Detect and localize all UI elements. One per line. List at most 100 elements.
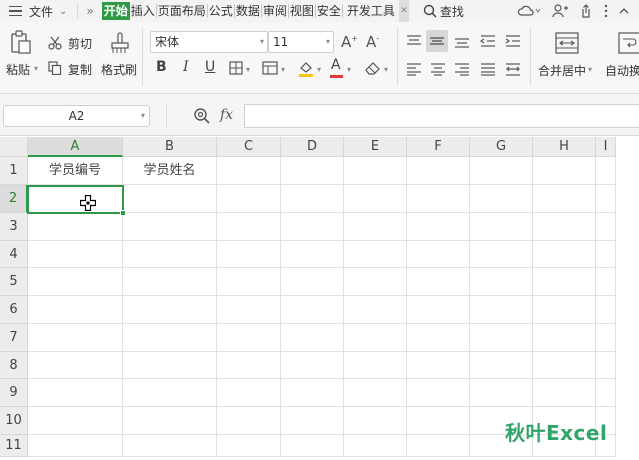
tab-insert[interactable]: 插入	[130, 2, 156, 20]
cell-a1[interactable]: 学员编号	[28, 157, 123, 185]
column-header-c[interactable]: C	[217, 137, 281, 157]
more-options-icon[interactable]	[604, 4, 608, 18]
cell-g6[interactable]	[470, 296, 533, 324]
cell-d3[interactable]	[281, 213, 344, 241]
cell-d7[interactable]	[281, 324, 344, 352]
cell-g5[interactable]	[470, 268, 533, 296]
cell-d2[interactable]	[281, 185, 344, 213]
cell-d5[interactable]	[281, 268, 344, 296]
cell-c9[interactable]	[217, 379, 281, 407]
file-menu[interactable]: 文件	[29, 3, 53, 20]
tab-security[interactable]: 安全	[316, 2, 342, 20]
cell-e7[interactable]	[344, 324, 407, 352]
collapse-ribbon-icon[interactable]	[619, 7, 629, 15]
name-box[interactable]: A2 ▾	[3, 105, 150, 127]
cell-a3[interactable]	[28, 213, 123, 241]
cell-d9[interactable]	[281, 379, 344, 407]
font-color-dropdown-icon[interactable]: ▾	[347, 65, 351, 74]
cell-h4[interactable]	[533, 241, 596, 268]
double-chevron-right-icon[interactable]: »	[86, 4, 93, 18]
cell-a5[interactable]	[28, 268, 123, 296]
clear-dropdown-icon[interactable]: ▾	[384, 65, 388, 74]
cell-g9[interactable]	[470, 379, 533, 407]
cell-c11[interactable]	[217, 435, 281, 457]
fill-color-dropdown-icon[interactable]: ▾	[317, 65, 321, 74]
cell-c1[interactable]	[217, 157, 281, 185]
cell-g4[interactable]	[470, 241, 533, 268]
wrap-text-button[interactable]: 自动换	[605, 62, 639, 79]
cell-c4[interactable]	[217, 241, 281, 268]
cell-g1[interactable]	[470, 157, 533, 185]
cell-b11[interactable]	[123, 435, 217, 457]
fill-color-icon[interactable]	[297, 59, 315, 77]
increase-font-size-icon[interactable]: A+	[341, 33, 358, 51]
cell-f3[interactable]	[407, 213, 470, 241]
align-bottom-icon[interactable]	[454, 34, 470, 48]
cell-c2[interactable]	[217, 185, 281, 213]
row-header-9[interactable]: 9	[0, 379, 28, 407]
cell-d4[interactable]	[281, 241, 344, 268]
cell-e9[interactable]	[344, 379, 407, 407]
fill-handle[interactable]	[120, 210, 126, 216]
insert-function-button[interactable]: fx	[220, 107, 233, 123]
bold-icon[interactable]: B	[156, 59, 167, 75]
cut-button[interactable]: 剪切	[68, 35, 92, 52]
cell-h8[interactable]	[533, 352, 596, 379]
cell-a4[interactable]	[28, 241, 123, 268]
cell-d11[interactable]	[281, 435, 344, 457]
cell-style-icon[interactable]	[262, 61, 278, 75]
cell-g8[interactable]	[470, 352, 533, 379]
cell-h5[interactable]	[533, 268, 596, 296]
paste-dropdown-icon[interactable]: ▾	[34, 64, 38, 73]
cell-b10[interactable]	[123, 407, 217, 435]
share-user-icon[interactable]	[552, 4, 568, 18]
cell-h1[interactable]	[533, 157, 596, 185]
justify-icon[interactable]	[480, 62, 496, 76]
cell-h6[interactable]	[533, 296, 596, 324]
column-header-a[interactable]: A	[28, 137, 123, 157]
search-button[interactable]: 查找	[423, 3, 464, 20]
merge-center-button[interactable]: 合并居中	[538, 62, 586, 79]
scissors-icon[interactable]	[48, 36, 62, 50]
cell-a8[interactable]	[28, 352, 123, 379]
row-header-10[interactable]: 10	[0, 407, 28, 435]
cell-i5[interactable]	[596, 268, 616, 296]
row-header-5[interactable]: 5	[0, 268, 28, 296]
cell-a11[interactable]	[28, 435, 123, 457]
font-size-select[interactable]: 11 ▾	[268, 31, 334, 53]
cell-a7[interactable]	[28, 324, 123, 352]
cell-b2[interactable]	[123, 185, 217, 213]
cell-i4[interactable]	[596, 241, 616, 268]
formula-input[interactable]	[244, 104, 639, 128]
cell-i7[interactable]	[596, 324, 616, 352]
cell-f9[interactable]	[407, 379, 470, 407]
cell-e1[interactable]	[344, 157, 407, 185]
column-header-b[interactable]: B	[123, 137, 217, 157]
decrease-font-size-icon[interactable]: A-	[366, 33, 379, 51]
tab-view[interactable]: 视图	[289, 2, 315, 20]
cell-f8[interactable]	[407, 352, 470, 379]
row-header-2[interactable]: 2	[0, 185, 28, 213]
cell-c5[interactable]	[217, 268, 281, 296]
merge-dropdown-icon[interactable]: ▾	[588, 65, 592, 74]
tab-review[interactable]: 审阅	[262, 2, 288, 20]
increase-indent-icon[interactable]	[505, 34, 521, 48]
cell-a10[interactable]	[28, 407, 123, 435]
cloud-sync-icon[interactable]	[517, 4, 541, 18]
tab-page-layout[interactable]: 页面布局	[157, 2, 207, 20]
cell-b4[interactable]	[123, 241, 217, 268]
cell-e10[interactable]	[344, 407, 407, 435]
cell-i3[interactable]	[596, 213, 616, 241]
italic-icon[interactable]: I	[183, 59, 189, 75]
select-all-corner[interactable]	[0, 137, 28, 157]
hamburger-menu-icon[interactable]	[9, 0, 27, 22]
cell-b6[interactable]	[123, 296, 217, 324]
align-left-icon[interactable]	[406, 62, 422, 76]
chevron-down-icon[interactable]: ⌄	[59, 6, 67, 17]
cell-e11[interactable]	[344, 435, 407, 457]
paste-icon[interactable]	[10, 30, 32, 54]
cell-b5[interactable]	[123, 268, 217, 296]
cell-f6[interactable]	[407, 296, 470, 324]
row-header-6[interactable]: 6	[0, 296, 28, 324]
cell-c10[interactable]	[217, 407, 281, 435]
